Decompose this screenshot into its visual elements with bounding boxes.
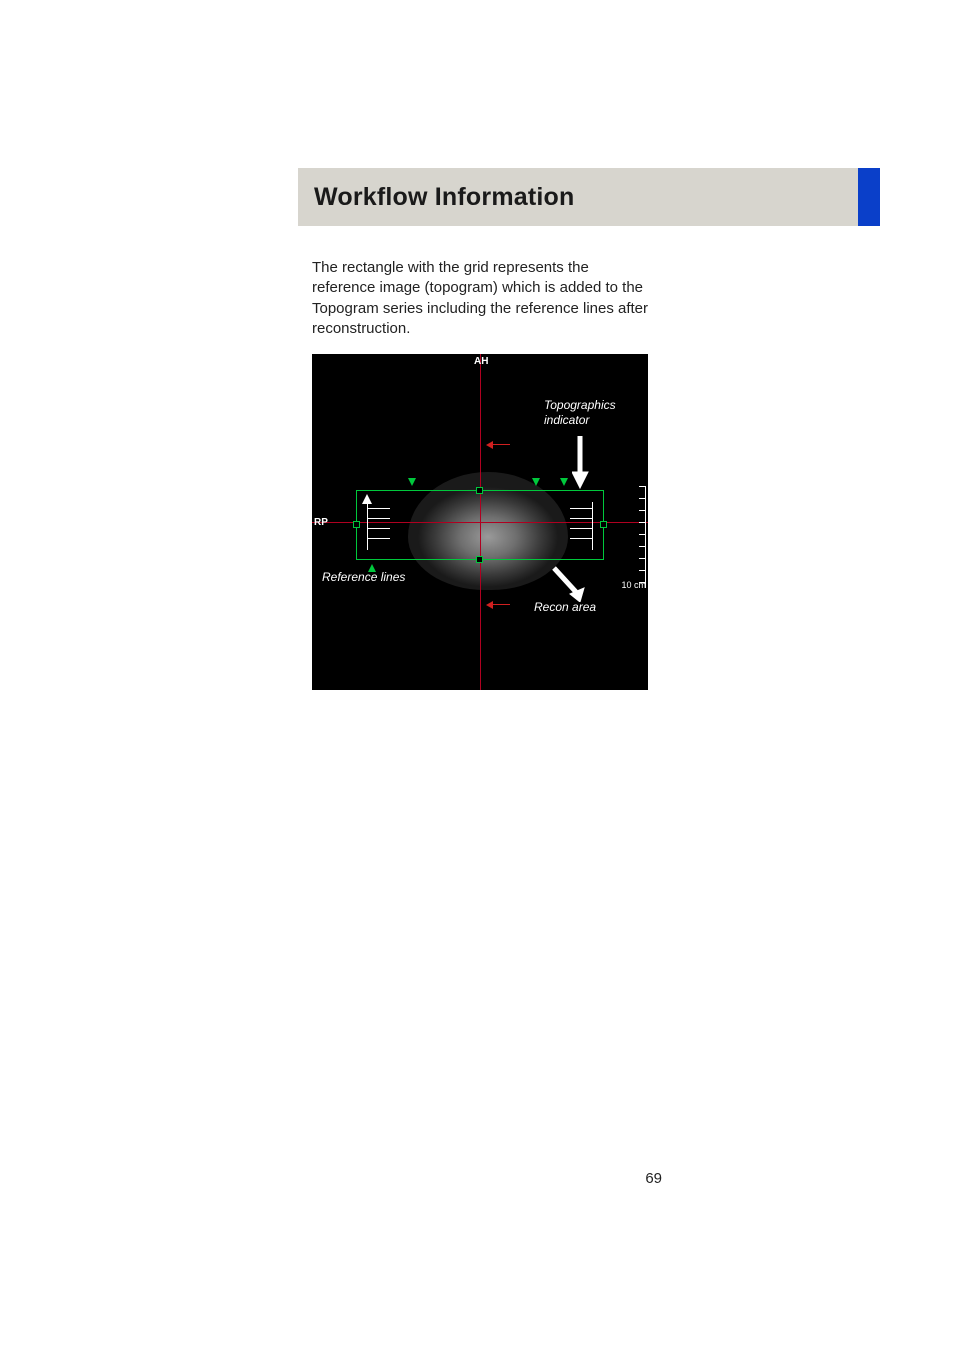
orientation-label-top: AH: [474, 356, 488, 367]
tick-icon: [639, 486, 646, 487]
resize-handle-icon[interactable]: [476, 487, 483, 494]
reference-lines-right: [568, 502, 604, 550]
topographics-indicator: [637, 486, 646, 588]
tick-icon: [639, 534, 646, 535]
arrow-left-icon: [492, 604, 510, 605]
callout-arrow-icon: [572, 432, 608, 490]
tick-icon: [570, 518, 592, 519]
callout-line2: indicator: [544, 413, 589, 427]
callout-line1: Topographics: [544, 398, 616, 412]
header-accent-tab: [858, 168, 880, 226]
scale-label: 10 cm: [621, 580, 646, 590]
tick-icon: [570, 508, 592, 509]
tick-icon: [368, 538, 390, 539]
tick-icon: [639, 510, 646, 511]
tick-icon: [639, 546, 646, 547]
tick-icon: [570, 538, 592, 539]
tick-icon: [639, 522, 646, 523]
arrow-left-icon: [492, 444, 510, 445]
ref-spine: [592, 502, 593, 550]
ruler-spine: [645, 486, 646, 588]
tick-icon: [368, 508, 390, 509]
tick-icon: [570, 528, 592, 529]
callout-arrow-icon: [548, 562, 588, 602]
callout-recon-area: Recon area: [534, 600, 596, 615]
resize-handle-icon[interactable]: [476, 556, 483, 563]
arrow-down-icon: [560, 478, 568, 486]
page-number: 69: [645, 1170, 662, 1187]
tick-icon: [639, 570, 646, 571]
arrow-down-icon: [408, 478, 416, 486]
tick-icon: [368, 528, 390, 529]
tick-icon: [639, 498, 646, 499]
tick-icon: [368, 518, 390, 519]
recon-area-box[interactable]: [356, 490, 604, 560]
header-band: Workflow Information: [298, 168, 858, 226]
ref-spine: [367, 502, 368, 550]
topogram-figure: AH RP 10 cm Topographics indicator Refer…: [312, 354, 648, 690]
page-title: Workflow Information: [314, 183, 574, 212]
orientation-label-left: RP: [314, 517, 328, 528]
body-paragraph: The rectangle with the grid represents t…: [312, 258, 648, 339]
reference-lines-left: [356, 502, 392, 550]
callout-topographics: Topographics indicator: [544, 398, 616, 428]
callout-reference-lines: Reference lines: [322, 570, 405, 585]
tick-icon: [639, 558, 646, 559]
arrow-down-icon: [532, 478, 540, 486]
